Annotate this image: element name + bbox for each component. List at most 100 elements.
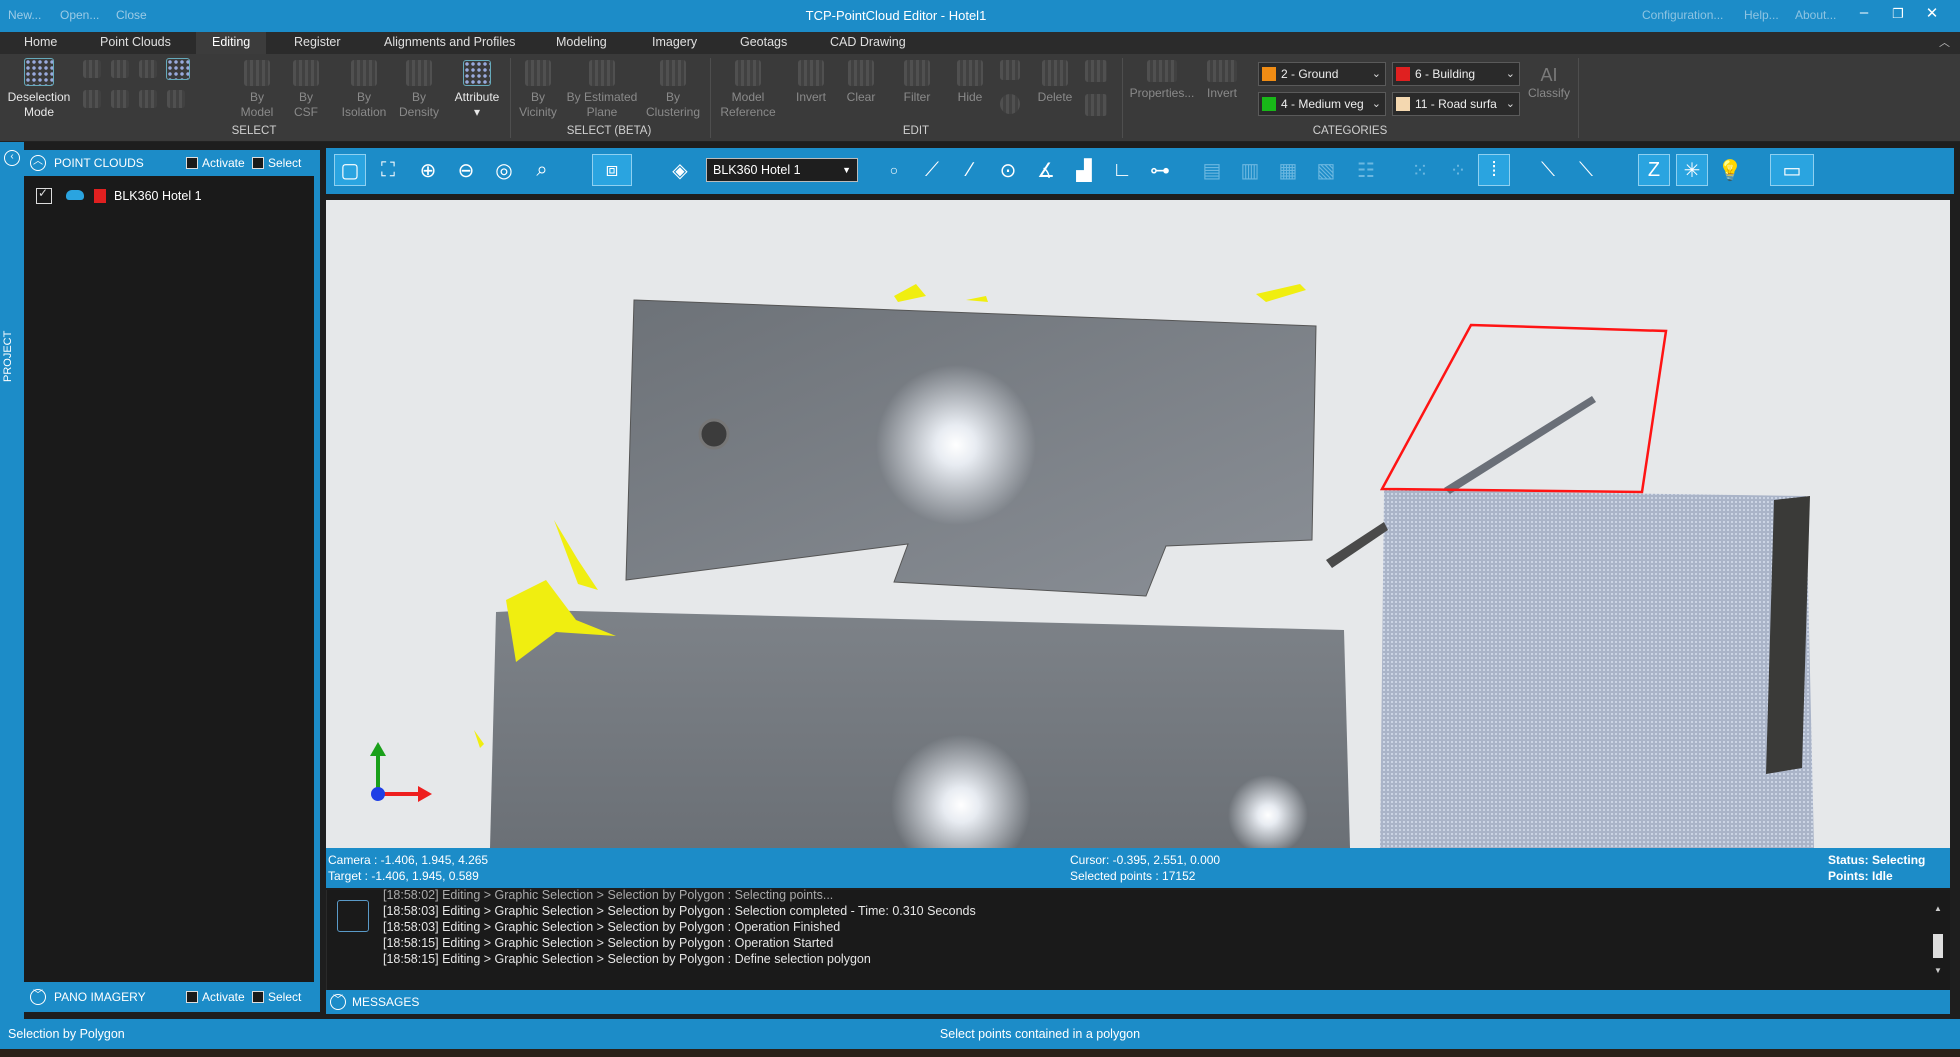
select-tool-icon-8[interactable]: [164, 90, 188, 112]
point-size-icon-1[interactable]: ⁙: [1404, 154, 1436, 186]
collapse-ribbon-icon[interactable]: ︿: [1939, 34, 1950, 50]
chevron-down-icon[interactable]: ﹀: [330, 994, 346, 1010]
ai-classify-button[interactable]: AI Classify: [1526, 64, 1572, 101]
about-button[interactable]: About...: [1795, 8, 1836, 22]
restore-icon[interactable]: ❐: [1886, 6, 1910, 22]
messages-header: ﹀ MESSAGES: [326, 990, 1950, 1014]
properties-icon: [1147, 60, 1177, 82]
tab-editing[interactable]: Editing: [196, 32, 267, 54]
attribute-button[interactable]: Attribute ▾: [448, 60, 506, 120]
by-estimated-plane-button[interactable]: By Estimated Plane: [564, 60, 640, 120]
3d-viewport[interactable]: [326, 200, 1950, 848]
project-tab[interactable]: PROJECT: [2, 331, 14, 382]
undo-icon[interactable]: [996, 60, 1024, 84]
clear-button[interactable]: Clear: [840, 60, 882, 105]
distance-measure-icon[interactable]: ⊶: [1144, 154, 1176, 186]
select-tool-icon-6[interactable]: [108, 90, 132, 112]
select-rect-small-icon[interactable]: [80, 60, 104, 82]
color-axis-icon[interactable]: ✳: [1676, 154, 1708, 186]
pano-select-label: Select: [268, 990, 302, 1004]
chevron-up-icon[interactable]: ︿: [30, 155, 46, 171]
cancel-icon[interactable]: [996, 94, 1024, 118]
angle-measure-icon[interactable]: ∡: [1030, 154, 1062, 186]
collapse-panel-icon[interactable]: ‹: [4, 150, 20, 166]
view-cube-icon[interactable]: ⧈: [592, 154, 632, 186]
zoom-out-icon[interactable]: ⊖: [450, 154, 482, 186]
dataset-select[interactable]: BLK360 Hotel 1 ▼: [706, 158, 858, 182]
model-reference-button[interactable]: Model Reference: [716, 60, 780, 120]
tab-cad-drawing[interactable]: CAD Drawing: [814, 32, 922, 54]
filter-button[interactable]: Filter: [896, 60, 938, 105]
square-select-icon[interactable]: ▢: [334, 154, 366, 186]
section-icon-3[interactable]: ▦: [1272, 154, 1304, 186]
lighting-icon[interactable]: 💡: [1714, 154, 1746, 186]
model-reference-icon: [735, 60, 761, 86]
z-axis-icon[interactable]: Z: [1638, 154, 1670, 186]
select-tool-icon-5[interactable]: [80, 90, 104, 112]
invert-button[interactable]: Invert: [790, 60, 832, 105]
section-icon-1[interactable]: ▤: [1196, 154, 1228, 186]
edit-tool-icon-a[interactable]: [1082, 60, 1110, 86]
zoom-extents-icon[interactable]: ⛶: [372, 154, 404, 186]
point-size-icon-2[interactable]: ⁘: [1442, 154, 1474, 186]
area-measure-icon[interactable]: ▟: [1068, 154, 1100, 186]
tab-imagery[interactable]: Imagery: [636, 32, 713, 54]
polyline-measure-icon[interactable]: ∕: [954, 154, 986, 186]
by-vicinity-button[interactable]: By Vicinity: [514, 60, 562, 120]
activate-checkbox[interactable]: [186, 157, 198, 169]
select-poly-small-icon[interactable]: [108, 60, 132, 82]
select-polygon-active-icon[interactable]: [164, 58, 192, 84]
connect-points-icon[interactable]: ⟍: [1532, 154, 1564, 186]
tab-geotags[interactable]: Geotags: [724, 32, 803, 54]
edit-tool-icon-b[interactable]: [1082, 94, 1110, 120]
circle-measure-icon[interactable]: ⊙: [992, 154, 1024, 186]
help-button[interactable]: Help...: [1744, 8, 1779, 22]
invert-categories-button[interactable]: Invert: [1202, 60, 1242, 101]
tab-register[interactable]: Register: [278, 32, 357, 54]
pano-select-checkbox[interactable]: [252, 991, 264, 1003]
list-item[interactable]: BLK360 Hotel 1: [32, 186, 302, 206]
section-icon-2[interactable]: ▥: [1234, 154, 1266, 186]
point-size-icon-3[interactable]: ⁞: [1478, 154, 1510, 186]
zoom-window-icon[interactable]: ◎: [488, 154, 520, 186]
messages-scrollbar[interactable]: ▲ ▼: [1932, 904, 1944, 978]
section-icon-4[interactable]: ▧: [1310, 154, 1342, 186]
point-cloud-visible-checkbox[interactable]: [36, 186, 52, 204]
point-measure-icon[interactable]: ○: [878, 154, 910, 186]
close-icon[interactable]: ✕: [1920, 4, 1944, 22]
legend-icon[interactable]: ☷: [1350, 154, 1382, 186]
by-isolation-button[interactable]: By Isolation: [336, 60, 392, 120]
minimize-icon[interactable]: –: [1852, 4, 1876, 21]
category-medium-veg-select[interactable]: 4 - Medium veg ⌄: [1258, 92, 1386, 116]
snap-points-icon[interactable]: ⟍: [1570, 154, 1602, 186]
zoom-selection-icon[interactable]: ⌕: [526, 154, 558, 186]
height-measure-icon[interactable]: ∟: [1106, 154, 1138, 186]
properties-button[interactable]: Properties...: [1126, 60, 1198, 101]
by-clustering-button[interactable]: By Clustering: [642, 60, 704, 120]
delete-button[interactable]: Delete: [1032, 60, 1078, 105]
by-csf-button[interactable]: By CSF: [286, 60, 326, 120]
tab-alignments-and-profiles[interactable]: Alignments and Profiles: [368, 32, 531, 54]
pano-activate-checkbox[interactable]: [186, 991, 198, 1003]
category-ground-select[interactable]: 2 - Ground ⌄: [1258, 62, 1386, 86]
display-icon[interactable]: ▭: [1770, 154, 1814, 186]
by-model-button[interactable]: By Model: [234, 60, 280, 120]
category-road-surface-select[interactable]: 11 - Road surfa ⌄: [1392, 92, 1520, 116]
message-list-icon[interactable]: [337, 900, 369, 932]
tab-home[interactable]: Home: [8, 32, 73, 54]
zoom-in-icon[interactable]: ⊕: [412, 154, 444, 186]
by-density-button[interactable]: By Density: [394, 60, 444, 120]
line-measure-icon[interactable]: ⟋: [916, 154, 948, 186]
select-checkbox[interactable]: [252, 157, 264, 169]
layers-icon[interactable]: ◈: [664, 154, 696, 186]
chevron-down-icon[interactable]: ﹀: [30, 989, 46, 1005]
deselection-mode-button[interactable]: Deselection Mode: [4, 58, 74, 120]
tab-modeling[interactable]: Modeling: [540, 32, 623, 54]
tab-point-clouds[interactable]: Point Clouds: [84, 32, 187, 54]
hide-icon: [957, 60, 983, 86]
configuration-button[interactable]: Configuration...: [1642, 8, 1723, 22]
hide-button[interactable]: Hide: [950, 60, 990, 105]
select-tool-icon-7[interactable]: [136, 90, 160, 112]
category-building-select[interactable]: 6 - Building ⌄: [1392, 62, 1520, 86]
select-circle-small-icon[interactable]: [136, 60, 160, 82]
